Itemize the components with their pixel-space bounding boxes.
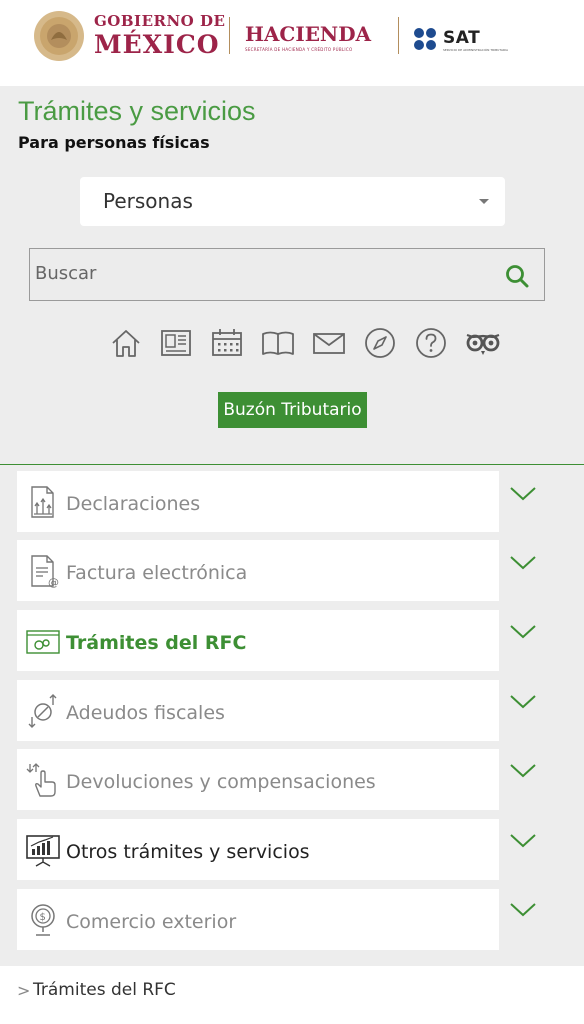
declarations-icon bbox=[31, 486, 54, 518]
logo-divider bbox=[229, 17, 230, 54]
compass-icon[interactable] bbox=[362, 325, 398, 361]
newspaper-icon[interactable] bbox=[158, 325, 194, 361]
quick-links-bar bbox=[108, 325, 508, 361]
rfc-icon bbox=[26, 630, 60, 654]
other-services-icon bbox=[26, 835, 60, 867]
accordion-item-factura-electronica[interactable]: @ Factura electrónica bbox=[17, 540, 499, 601]
logo-divider bbox=[398, 17, 399, 54]
svg-text:@: @ bbox=[48, 576, 59, 589]
book-icon[interactable] bbox=[260, 325, 296, 361]
search-input[interactable] bbox=[35, 263, 475, 284]
accordion-item-otros-tramites[interactable]: Otros trámites y servicios bbox=[17, 819, 499, 880]
search-box bbox=[29, 248, 545, 301]
page-subtitle: Para personas físicas bbox=[18, 133, 210, 152]
home-icon[interactable] bbox=[108, 325, 144, 361]
chevron-down-icon[interactable] bbox=[510, 625, 536, 639]
site-header: GOBIERNO DE MÉXICO HACIENDA SECRETARÍA D… bbox=[0, 0, 584, 86]
caret-down-icon bbox=[479, 199, 489, 204]
refund-icon bbox=[26, 763, 56, 797]
audience-select[interactable]: Personas bbox=[80, 177, 505, 226]
help-icon[interactable] bbox=[413, 325, 449, 361]
chevron-down-icon[interactable] bbox=[510, 695, 536, 709]
services-panel: Trámites y servicios Para personas físic… bbox=[0, 86, 584, 464]
accordion-label: Otros trámites y servicios bbox=[66, 841, 310, 863]
gobierno-logo: GOBIERNO DE MÉXICO bbox=[94, 12, 226, 59]
hacienda-subtitle: SECRETARÍA DE HACIENDA Y CRÉDITO PÚBLICO bbox=[245, 47, 353, 52]
mail-icon[interactable] bbox=[311, 325, 347, 361]
audience-select-value: Personas bbox=[103, 189, 193, 213]
chevron-down-icon[interactable] bbox=[510, 556, 536, 570]
chevron-down-icon[interactable] bbox=[510, 903, 536, 917]
owl-icon[interactable] bbox=[463, 325, 503, 361]
accordion-item-devoluciones[interactable]: Devoluciones y compensaciones bbox=[17, 749, 499, 810]
services-accordion: Declaraciones @ Factura electrónica Trám… bbox=[0, 465, 584, 966]
accordion-label: Declaraciones bbox=[66, 493, 201, 515]
chevron-down-icon[interactable] bbox=[510, 834, 536, 848]
svg-text:$: $ bbox=[40, 912, 46, 923]
calendar-icon[interactable] bbox=[209, 325, 245, 361]
accordion-label: Trámites del RFC bbox=[66, 632, 247, 654]
accordion-label: Factura electrónica bbox=[66, 562, 248, 584]
breadcrumb: > Trámites del RFC bbox=[0, 966, 584, 1024]
chevron-down-icon[interactable] bbox=[510, 487, 536, 501]
gobierno-line2: MÉXICO bbox=[94, 30, 220, 59]
chevron-down-icon[interactable] bbox=[510, 764, 536, 778]
mexico-seal-icon bbox=[34, 11, 84, 61]
accordion-label: Adeudos fiscales bbox=[66, 702, 225, 724]
accordion-item-declaraciones[interactable]: Declaraciones bbox=[17, 471, 499, 532]
search-icon[interactable] bbox=[504, 263, 530, 289]
page-title: Trámites y servicios bbox=[18, 96, 256, 126]
buzon-tributario-button[interactable]: Buzón Tributario bbox=[218, 392, 367, 428]
hacienda-logo: HACIENDA bbox=[245, 22, 372, 46]
accordion-label: Devoluciones y compensaciones bbox=[66, 771, 376, 793]
breadcrumb-arrow: > bbox=[17, 981, 31, 1000]
gobierno-line1: GOBIERNO DE bbox=[94, 12, 226, 30]
breadcrumb-current[interactable]: Trámites del RFC bbox=[33, 980, 176, 1000]
sat-wordmark: SAT bbox=[443, 28, 481, 48]
invoice-icon: @ bbox=[31, 555, 59, 589]
sat-subtitle: SERVICIO DE ADMINISTRACIÓN TRIBUTARIA bbox=[443, 48, 509, 52]
accordion-item-tramites-rfc[interactable]: Trámites del RFC bbox=[17, 610, 499, 671]
accordion-item-adeudos-fiscales[interactable]: Adeudos fiscales bbox=[17, 680, 499, 741]
debt-icon bbox=[28, 694, 57, 728]
foreign-trade-icon: $ bbox=[31, 904, 55, 936]
accordion-item-comercio-exterior[interactable]: $ Comercio exterior bbox=[17, 889, 499, 950]
accordion-label: Comercio exterior bbox=[66, 911, 237, 933]
